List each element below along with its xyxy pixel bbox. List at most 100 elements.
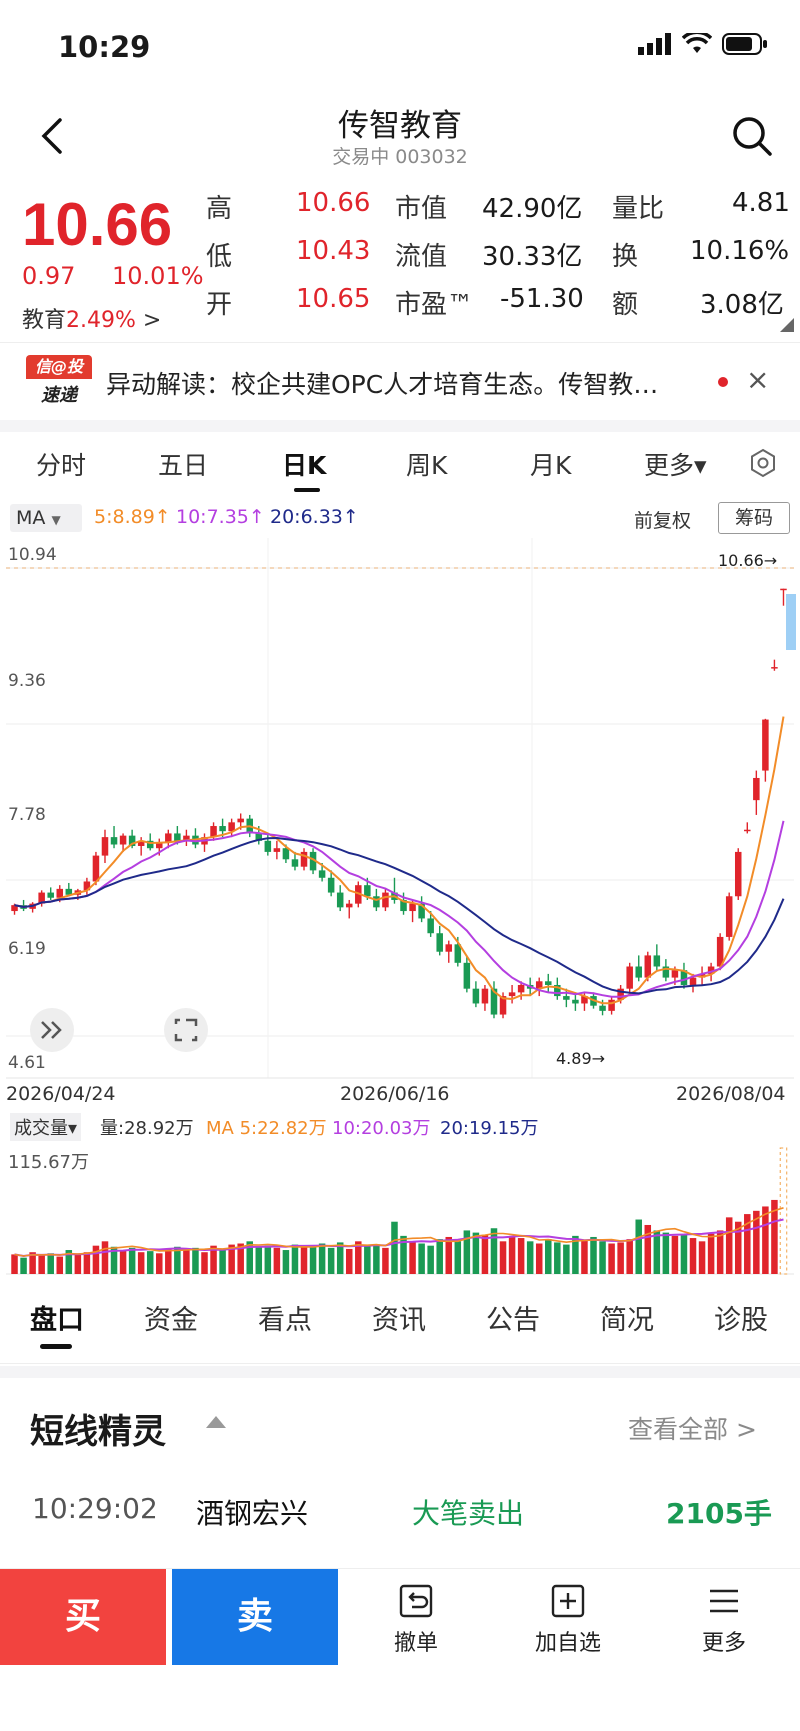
volume-bar xyxy=(599,1241,606,1274)
tab-weekly-k[interactable]: 周K xyxy=(406,446,447,482)
volume-bar xyxy=(92,1245,100,1274)
volume-bar xyxy=(74,1254,82,1274)
candle-body xyxy=(463,962,471,989)
candle-body xyxy=(689,977,697,985)
news-logo: 信@投 速递 xyxy=(26,355,92,407)
chip-button[interactable]: 筹码 xyxy=(718,502,790,534)
stat-value: 10.43 xyxy=(296,236,371,266)
view-all-link[interactable]: 查看全部 > xyxy=(628,1410,757,1446)
volume-bar xyxy=(716,1230,724,1274)
settings-icon[interactable] xyxy=(748,448,778,478)
volume-bar xyxy=(119,1250,127,1274)
stat-value: 42.90亿 xyxy=(482,194,583,224)
tab-five-day[interactable]: 五日 xyxy=(158,446,208,482)
tab-monthly-k[interactable]: 月K xyxy=(530,446,571,482)
section-title: 短线精灵 xyxy=(30,1412,166,1452)
volume-bar xyxy=(490,1228,498,1274)
tab-diagnosis[interactable]: 诊股 xyxy=(714,1298,768,1337)
candle-body xyxy=(725,896,733,937)
candle-body xyxy=(545,981,552,985)
candle-body xyxy=(318,870,326,878)
kline-chart[interactable]: 10.94 9.36 7.78 6.19 4.61 10.66→ 4.89→ 2… xyxy=(0,538,800,1104)
y-label: 7.78 xyxy=(8,805,46,825)
volume-select[interactable]: 成交量▾ xyxy=(10,1113,82,1141)
close-icon[interactable]: × xyxy=(746,363,769,396)
tab-intraday[interactable]: 分时 xyxy=(36,446,86,482)
indicator-select[interactable]: MA ▼ xyxy=(10,504,82,532)
vol-ma5: MA 5:22.82万 xyxy=(206,1118,327,1139)
expand-left-button[interactable] xyxy=(30,1008,74,1052)
volume-bar xyxy=(581,1240,588,1274)
stat-label: 流值 xyxy=(395,242,448,272)
candle-body xyxy=(219,826,226,832)
candle-body xyxy=(345,903,353,908)
volume-bar xyxy=(165,1248,172,1274)
candle-body xyxy=(445,944,453,952)
volume-bar xyxy=(454,1241,462,1274)
candle-body xyxy=(327,877,335,893)
buy-button[interactable]: 买 xyxy=(0,1569,166,1665)
volume-bar xyxy=(83,1252,91,1274)
stock-name: 传智教育 xyxy=(338,108,462,144)
candle-body xyxy=(101,837,109,856)
volume-bar xyxy=(508,1235,516,1274)
news-ticker[interactable]: 信@投 速递 异动解读：校企共建OPC人才培育生态。传智教… × xyxy=(0,342,800,418)
stat-label: 量比 xyxy=(612,194,665,224)
fullscreen-button[interactable] xyxy=(164,1008,208,1052)
collapse-caret-icon[interactable] xyxy=(206,1416,226,1428)
tab-news[interactable]: 资讯 xyxy=(372,1298,426,1337)
candle-body xyxy=(110,837,118,845)
adjust-mode[interactable]: 前复权 xyxy=(634,506,691,533)
stat-value: 3.08亿 xyxy=(700,290,784,320)
expand-corner-icon[interactable] xyxy=(780,318,794,332)
indicator-label: MA xyxy=(16,507,46,529)
volume-bar xyxy=(273,1247,281,1274)
candle-body xyxy=(771,667,778,669)
alert-qty: 2105手 xyxy=(666,1497,772,1530)
add-watchlist-button[interactable]: 加自选 xyxy=(508,1583,628,1657)
tab-daily-k[interactable]: 日K xyxy=(282,446,326,482)
ma5-value: 5:8.89↑ xyxy=(94,506,171,528)
unread-dot xyxy=(718,377,728,387)
volume-bar xyxy=(653,1230,661,1274)
ma10-value: 10:7.35↑ xyxy=(176,506,265,528)
y-label-top: 10.94 xyxy=(8,545,57,565)
active-tab-indicator xyxy=(294,488,320,492)
sell-button[interactable]: 卖 xyxy=(172,1569,338,1665)
tab-highlights[interactable]: 看点 xyxy=(258,1298,312,1337)
tab-capital[interactable]: 资金 xyxy=(144,1298,198,1337)
candle-body xyxy=(653,955,661,967)
candle-body xyxy=(626,966,633,989)
cancel-order-button[interactable]: 撤单 xyxy=(356,1583,476,1657)
candle-body xyxy=(427,918,434,934)
tab-pankou[interactable]: 盘口 xyxy=(30,1298,84,1337)
high-marker: 10.66→ xyxy=(718,551,777,570)
scroll-indicator[interactable] xyxy=(786,594,796,650)
cancel-order-label: 撤单 xyxy=(393,1631,438,1656)
sector-pct: 2.49% xyxy=(66,308,136,333)
news-logo-top: 信@投 xyxy=(26,355,92,379)
plus-icon xyxy=(551,1584,585,1618)
more-button[interactable]: 更多 xyxy=(664,1583,784,1657)
tab-profile[interactable]: 简况 xyxy=(600,1298,654,1337)
sector-link[interactable]: 教育2.49% > xyxy=(22,302,161,334)
alert-stock[interactable]: 酒钢宏兴 xyxy=(196,1492,308,1532)
low-marker: 4.89→ xyxy=(556,1049,605,1068)
search-icon[interactable] xyxy=(728,112,776,160)
volume-chart[interactable]: 115.67万 xyxy=(0,1140,800,1276)
volume-bar xyxy=(671,1235,679,1274)
info-tabs: 盘口 资金 看点 资讯 公告 简况 诊股 xyxy=(0,1278,800,1364)
tab-more[interactable]: 更多▾ xyxy=(644,446,707,482)
volume-bar xyxy=(391,1221,398,1274)
chevron-right-icon: > xyxy=(142,308,162,333)
volume-bar xyxy=(725,1217,733,1274)
active-tab-indicator xyxy=(40,1344,72,1349)
volume-bar xyxy=(517,1238,525,1274)
tab-announcements[interactable]: 公告 xyxy=(486,1298,540,1337)
volume-bar xyxy=(545,1239,552,1274)
stat-label: 换 xyxy=(612,242,639,272)
news-logo-bottom: 速递 xyxy=(41,385,77,406)
candle-body xyxy=(734,851,742,897)
stat-label: 高 xyxy=(206,194,233,224)
volume-bar xyxy=(137,1252,145,1274)
